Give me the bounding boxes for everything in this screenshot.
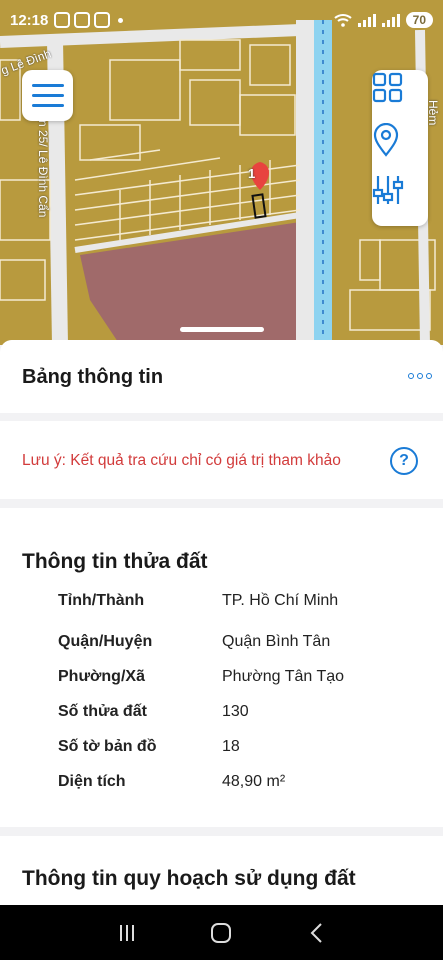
parcel-info-card: Thông tin thửa đất Tỉnh/Thành TP. Hồ Chí… xyxy=(0,508,443,827)
back-icon xyxy=(310,922,322,943)
info-row-parcel-number: Số thửa đất 130 xyxy=(0,703,443,727)
sheet-header: Bảng thông tin xyxy=(0,340,443,413)
notification-dot-icon xyxy=(118,17,124,23)
info-value: 18 xyxy=(222,738,240,755)
map-view[interactable]: 1 n 25/ Lê Đình Cẩn g Lê Đình Hẻm 2/31 xyxy=(0,0,443,345)
info-label: Quận/Huyện xyxy=(58,633,153,650)
info-value: Quận Bình Tân xyxy=(222,633,331,650)
disclaimer-text: Lưu ý: Kết quả tra cứu chỉ có giá trị th… xyxy=(22,452,341,469)
grid-icon xyxy=(372,72,403,103)
disclaimer-card: Lưu ý: Kết quả tra cứu chỉ có giá trị th… xyxy=(0,421,443,499)
info-row-district: Quận/Huyện Quận Bình Tân xyxy=(0,633,443,657)
status-bar: 12:18 70 xyxy=(0,0,443,40)
info-value: 48,90 m² xyxy=(222,773,286,790)
info-row-area: Diện tích 48,90 m² xyxy=(0,773,443,797)
info-label: Số thửa đất xyxy=(58,703,147,720)
info-row-map-sheet: Số tờ bản đồ 18 xyxy=(0,738,443,762)
wifi-icon xyxy=(333,14,352,27)
info-label: Diện tích xyxy=(58,773,126,790)
mail-icon xyxy=(94,12,111,28)
location-pin-icon xyxy=(373,123,399,157)
sheet-drag-handle[interactable] xyxy=(180,327,264,332)
screenshot-icon xyxy=(54,12,71,28)
signal-icon-2 xyxy=(381,13,400,27)
home-icon xyxy=(211,922,232,943)
info-row-ward: Phường/Xã Phường Tân Tạo xyxy=(0,668,443,692)
more-icon-dot xyxy=(408,373,414,379)
more-icon-dot xyxy=(417,373,423,379)
info-value: Phường Tân Tạo xyxy=(222,668,345,685)
sliders-icon xyxy=(372,176,404,204)
battery-level: 70 xyxy=(405,12,433,28)
status-time: 12:18 xyxy=(10,11,49,29)
info-label: Phường/Xã xyxy=(58,668,145,685)
planning-info-title: Thông tin quy hoạch sử dụng đất xyxy=(22,867,356,890)
filter-button[interactable] xyxy=(372,174,428,224)
sheet-title: Bảng thông tin xyxy=(22,366,164,388)
info-value: TP. Hồ Chí Minh xyxy=(222,592,339,609)
home-button[interactable] xyxy=(201,913,241,953)
help-button[interactable]: ? xyxy=(390,447,418,475)
planning-info-card: Thông tin quy hoạch sử dụng đất xyxy=(0,836,443,905)
map-marker-number[interactable]: 1 xyxy=(248,166,255,181)
signal-icon xyxy=(357,13,376,27)
back-button[interactable] xyxy=(296,913,336,953)
app-icon xyxy=(74,12,91,28)
location-button[interactable] xyxy=(372,123,428,173)
menu-button[interactable] xyxy=(22,70,73,121)
info-label: Tỉnh/Thành xyxy=(58,592,145,609)
map-tools-panel xyxy=(372,70,428,226)
parcel-info-title: Thông tin thửa đất xyxy=(22,550,208,573)
more-options-button[interactable] xyxy=(405,366,435,386)
menu-icon-line xyxy=(31,84,64,87)
info-label: Số tờ bản đồ xyxy=(58,738,157,755)
system-nav-bar xyxy=(0,905,443,960)
info-row-province: Tỉnh/Thành TP. Hồ Chí Minh xyxy=(0,592,443,616)
menu-icon-line xyxy=(31,94,64,97)
more-icon-dot xyxy=(426,373,432,379)
recent-apps-button[interactable] xyxy=(107,913,147,953)
info-sheet: Bảng thông tin Lưu ý: Kết quả tra cứu ch… xyxy=(0,340,443,905)
menu-icon-line xyxy=(31,104,64,107)
street-label: n 25/ Lê Đình Cẩn xyxy=(36,120,50,218)
layers-button[interactable] xyxy=(372,72,428,122)
info-value: 130 xyxy=(222,703,249,720)
recents-icon xyxy=(120,924,135,941)
